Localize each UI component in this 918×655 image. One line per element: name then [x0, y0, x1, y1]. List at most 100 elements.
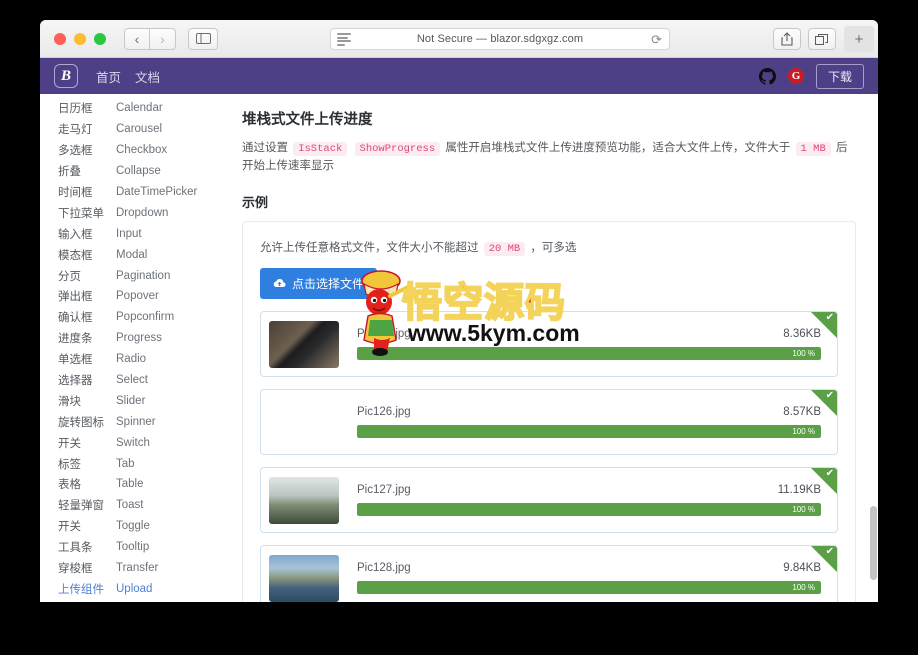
- sidebar-item-label-en: Slider: [116, 394, 146, 407]
- sidebar-item-pagination[interactable]: 分页 Pagination: [40, 265, 219, 286]
- sidebar-item-input[interactable]: 输入框 Input: [40, 223, 219, 244]
- file-name: Pic125.jpg: [357, 328, 411, 340]
- gitee-icon[interactable]: G: [787, 68, 804, 84]
- close-window-button[interactable]: [54, 32, 66, 45]
- check-icon: ✔: [825, 546, 834, 557]
- sidebar-item-carousel[interactable]: 走马灯 Carousel: [40, 119, 219, 140]
- sidebar-toggle-button[interactable]: [188, 27, 218, 50]
- sidebar-item-popover[interactable]: 弹出框 Popover: [40, 286, 219, 307]
- sidebar-item-upload[interactable]: 上传组件 Upload: [40, 578, 219, 599]
- check-icon: ✔: [825, 390, 834, 401]
- file-thumbnail: [269, 320, 339, 368]
- sidebar-item-toggle[interactable]: 开关 Toggle: [40, 516, 219, 537]
- sidebar-item-label-en: Progress: [116, 332, 163, 345]
- sidebar-item-label-en: Popconfirm: [116, 311, 175, 324]
- page-title: 堆栈式文件上传进度: [242, 112, 373, 128]
- upload-progress-percent: 100 %: [792, 427, 815, 436]
- file-info: Pic127.jpg 11.19KB 100 %: [357, 484, 825, 516]
- file-info: Pic126.jpg 8.57KB 100 %: [357, 406, 825, 438]
- file-row[interactable]: Pic126.jpg 8.57KB 100 % ✔: [260, 389, 838, 455]
- sidebar-item-label-en: Table: [116, 478, 144, 491]
- desc-text-1: 通过设置: [242, 142, 288, 154]
- sidebar-item-label-cn: 开关: [58, 437, 81, 450]
- sidebar-item-slider[interactable]: 滑块 Slider: [40, 390, 219, 411]
- page-scrollbar-thumb[interactable]: [870, 506, 877, 580]
- new-tab-button[interactable]: +: [844, 26, 874, 52]
- sidebar-item-calendar[interactable]: 日历框 Calendar: [40, 98, 219, 119]
- sidebar-item-label-cn: 选择器: [58, 375, 93, 388]
- sidebar-item-progress[interactable]: 进度条 Progress: [40, 328, 219, 349]
- sidebar-item-label-cn: 弹出框: [58, 291, 93, 304]
- browser-titlebar: ‹ › Not Secure — blazor.sdgxgz.com ⟳ +: [40, 20, 878, 58]
- sidebar-item-label-cn: 下拉菜单: [58, 207, 104, 220]
- sidebar-item-label-en: Select: [116, 374, 148, 387]
- download-button[interactable]: 下载: [815, 63, 864, 89]
- file-row[interactable]: Pic125.jpg 8.36KB 100 % ✔: [260, 311, 838, 377]
- page-description: 通过设置 IsStack ShowProgress 属性开启堆栈式文件上传进度预…: [242, 140, 856, 175]
- sidebar-item-table[interactable]: 表格 Table: [40, 474, 219, 495]
- show-tabs-button[interactable]: [808, 28, 836, 50]
- upload-progress-bar: 100 %: [357, 347, 821, 360]
- check-icon: ✔: [825, 468, 834, 479]
- file-row-header: Pic127.jpg 11.19KB: [357, 484, 821, 496]
- sidebar-item-dropdown[interactable]: 下拉菜单 Dropdown: [40, 202, 219, 223]
- sidebar-item-datetimepicker[interactable]: 时间框 DateTimePicker: [40, 182, 219, 203]
- tabs-icon: [815, 33, 828, 45]
- back-button[interactable]: ‹: [124, 27, 150, 50]
- file-thumbnail: [269, 476, 339, 524]
- file-row[interactable]: Pic127.jpg 11.19KB 100 % ✔: [260, 467, 838, 533]
- section-title-example: 示例: [242, 195, 269, 210]
- sidebar-icon: [195, 33, 211, 44]
- desc-text-2: 属性开启堆栈式文件上传进度预览功能，适合大文件上传，文件大于: [445, 142, 791, 154]
- site-logo[interactable]: B: [54, 64, 78, 88]
- file-name: Pic127.jpg: [357, 484, 411, 496]
- share-button[interactable]: [773, 28, 801, 50]
- file-row-header: Pic128.jpg 9.84KB: [357, 562, 821, 574]
- sidebar-item-label-en: Tooltip: [116, 541, 150, 554]
- sidebar-item-switch[interactable]: 开关 Switch: [40, 432, 219, 453]
- sidebar-item-select[interactable]: 选择器 Select: [40, 370, 219, 391]
- upload-progress-percent: 100 %: [792, 583, 815, 592]
- file-row[interactable]: Pic128.jpg 9.84KB 100 % ✔: [260, 545, 838, 602]
- sidebar-item-toast[interactable]: 轻量弹窗 Toast: [40, 495, 219, 516]
- component-sidebar[interactable]: 日历框 Calendar 走马灯 Carousel 多选框 Checkbox 折叠 Colla…: [40, 94, 220, 602]
- sidebar-item-label-en: Toggle: [116, 520, 150, 533]
- sidebar-item-collapse[interactable]: 折叠 Collapse: [40, 161, 219, 182]
- upload-progress-bar: 100 %: [357, 425, 821, 438]
- uploaded-file-list: Pic125.jpg 8.36KB 100 % ✔ Pic126.jpg 8.57KB 10…: [260, 311, 838, 602]
- maximize-window-button[interactable]: [94, 32, 106, 45]
- sidebar-item-label-cn: 时间框: [58, 187, 93, 199]
- sidebar-item-label-en: Calendar: [116, 102, 163, 115]
- sidebar-item-checkbox[interactable]: 多选框 Checkbox: [40, 140, 219, 161]
- sidebar-item-radio[interactable]: 单选框 Radio: [40, 349, 219, 370]
- page-content: 日历框 Calendar 走马灯 Carousel 多选框 Checkbox 折叠 Colla…: [40, 94, 878, 602]
- file-thumbnail: [269, 554, 339, 602]
- nav-link-docs[interactable]: 文档: [135, 67, 160, 86]
- sidebar-item-tooltip[interactable]: 工具条 Tooltip: [40, 537, 219, 558]
- reader-view-icon[interactable]: [337, 33, 351, 46]
- sidebar-item-label-cn: 模态框: [58, 249, 93, 262]
- code-tag-filesize: 1 MB: [795, 142, 831, 156]
- sidebar-item-label-cn: 多选框: [58, 145, 93, 158]
- sidebar-item-label-en: Radio: [116, 353, 147, 366]
- sidebar-item-label-cn: 标签: [58, 458, 81, 471]
- window-controls[interactable]: [48, 32, 106, 45]
- sidebar-item-label-en: Collapse: [116, 165, 161, 178]
- minimize-window-button[interactable]: [74, 32, 86, 45]
- upload-progress-bar: 100 %: [357, 581, 821, 594]
- sidebar-item-tab[interactable]: 标签 Tab: [40, 453, 219, 474]
- sidebar-item-modal[interactable]: 模态框 Modal: [40, 244, 219, 265]
- sidebar-item-spinner[interactable]: 旋转图标 Spinner: [40, 411, 219, 432]
- reload-icon[interactable]: ⟳: [651, 32, 662, 48]
- sidebar-item-popconfirm[interactable]: 确认框 Popconfirm: [40, 307, 219, 328]
- site-nav-links: 首页 文档: [96, 67, 160, 86]
- sidebar-item-label-cn: 折叠: [58, 166, 81, 179]
- address-bar[interactable]: Not Secure — blazor.sdgxgz.com ⟳: [330, 28, 670, 50]
- page-scrollbar[interactable]: [870, 94, 877, 602]
- github-icon[interactable]: [758, 67, 776, 85]
- check-icon: ✔: [825, 312, 834, 323]
- sidebar-item-transfer[interactable]: 穿梭框 Transfer: [40, 558, 219, 579]
- select-file-button[interactable]: 点击选择文件: [260, 268, 378, 299]
- nav-link-home[interactable]: 首页: [96, 67, 121, 86]
- forward-button[interactable]: ›: [150, 27, 176, 50]
